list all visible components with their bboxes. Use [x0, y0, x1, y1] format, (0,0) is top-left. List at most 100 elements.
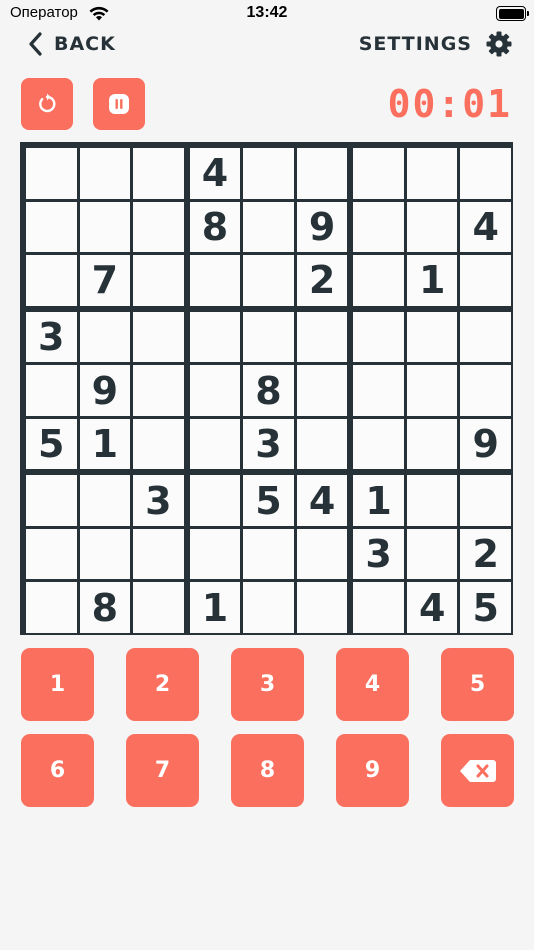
board-cell[interactable] [406, 311, 458, 363]
board-cell[interactable]: 5 [460, 582, 512, 634]
keypad-key[interactable]: 1 [21, 648, 94, 721]
board-cell[interactable]: 2 [460, 528, 512, 580]
board-cell[interactable]: 4 [189, 148, 241, 199]
restart-button[interactable] [21, 78, 73, 130]
keypad-key[interactable]: 7 [126, 734, 199, 807]
board-cell[interactable]: 8 [243, 365, 294, 416]
keypad-key[interactable]: 3 [231, 648, 304, 721]
board-cell[interactable] [26, 528, 77, 580]
back-label: BACK [54, 33, 116, 55]
board-cell[interactable] [353, 582, 404, 634]
board-cell[interactable]: 4 [406, 582, 458, 634]
keypad-key[interactable]: 9 [336, 734, 409, 807]
board-cell[interactable] [189, 365, 241, 416]
board-cell[interactable] [133, 311, 184, 363]
pause-button[interactable] [93, 78, 145, 130]
board-cell[interactable] [133, 365, 184, 416]
board-cell[interactable] [243, 311, 294, 363]
board-cell[interactable] [26, 148, 77, 199]
board-cell[interactable] [79, 528, 131, 580]
board-cell[interactable] [296, 528, 348, 580]
board-cell[interactable]: 1 [79, 418, 131, 470]
board-cell[interactable] [26, 365, 77, 416]
keypad-key[interactable]: 6 [21, 734, 94, 807]
board-cell[interactable]: 4 [460, 201, 512, 253]
gear-icon [486, 31, 512, 57]
board-cell[interactable] [79, 148, 131, 199]
board-cell[interactable]: 1 [353, 475, 404, 526]
board-cell[interactable] [26, 201, 77, 253]
board-cell[interactable] [406, 365, 458, 416]
board-cell[interactable] [133, 201, 184, 253]
board-cell[interactable] [296, 582, 348, 634]
board-cell[interactable] [406, 418, 458, 470]
board-cell[interactable] [133, 528, 184, 580]
board-cell[interactable] [189, 418, 241, 470]
board-cell[interactable] [189, 311, 241, 363]
board-cell[interactable] [296, 365, 348, 416]
keypad-key[interactable]: 4 [336, 648, 409, 721]
board-cell[interactable]: 9 [79, 365, 131, 416]
board-cell[interactable]: 4 [296, 475, 348, 526]
board-cell[interactable]: 1 [406, 255, 458, 306]
board-cell[interactable]: 5 [243, 475, 294, 526]
board-cell[interactable] [460, 255, 512, 306]
board-cell[interactable]: 8 [189, 201, 241, 253]
board-cell[interactable] [406, 148, 458, 199]
board-cell[interactable] [296, 311, 348, 363]
board-cell[interactable]: 3 [26, 311, 77, 363]
board-cell[interactable] [133, 418, 184, 470]
board-cell[interactable] [79, 201, 131, 253]
board-cell[interactable]: 9 [296, 201, 348, 253]
board-cell[interactable] [189, 475, 241, 526]
board-cell[interactable] [79, 311, 131, 363]
board-cell[interactable] [353, 311, 404, 363]
board-cell[interactable] [26, 582, 77, 634]
settings-label: SETTINGS [358, 33, 472, 55]
board-cell[interactable] [406, 475, 458, 526]
board-cell[interactable] [26, 255, 77, 306]
board-cell[interactable] [406, 201, 458, 253]
board-cell[interactable]: 7 [79, 255, 131, 306]
settings-button[interactable]: SETTINGS [359, 30, 512, 58]
keypad-key[interactable]: 8 [231, 734, 304, 807]
status-bar: Оператор 13:42 [0, 0, 534, 28]
board-cell[interactable] [460, 311, 512, 363]
board-cell[interactable] [353, 148, 404, 199]
board-cell[interactable] [460, 365, 512, 416]
board-cell[interactable] [26, 475, 77, 526]
board-cell[interactable] [243, 255, 294, 306]
board-cell[interactable] [406, 528, 458, 580]
board-cell[interactable]: 2 [296, 255, 348, 306]
board-cell[interactable] [189, 528, 241, 580]
back-button[interactable]: BACK [28, 30, 116, 58]
board-cell[interactable] [296, 418, 348, 470]
board-cell[interactable] [296, 148, 348, 199]
board-cell[interactable] [243, 148, 294, 199]
board-cell[interactable]: 9 [460, 418, 512, 470]
board-cell[interactable] [133, 255, 184, 306]
board-cell[interactable]: 3 [353, 528, 404, 580]
board-cell[interactable] [460, 148, 512, 199]
board-cell[interactable] [189, 255, 241, 306]
board-cell[interactable]: 1 [189, 582, 241, 634]
backspace-icon [459, 759, 496, 782]
board-cell[interactable] [133, 582, 184, 634]
board-cell[interactable] [353, 418, 404, 470]
board-cell[interactable]: 3 [243, 418, 294, 470]
board-cell[interactable] [133, 148, 184, 199]
board-cell[interactable] [353, 201, 404, 253]
board-cell[interactable] [353, 255, 404, 306]
board-cell[interactable] [353, 365, 404, 416]
board-cell[interactable]: 5 [26, 418, 77, 470]
board-cell[interactable] [79, 475, 131, 526]
board-cell[interactable]: 8 [79, 582, 131, 634]
keypad-key[interactable]: 5 [441, 648, 514, 721]
erase-button[interactable] [441, 734, 514, 807]
board-cell[interactable]: 3 [133, 475, 184, 526]
board-cell[interactable] [243, 582, 294, 634]
keypad-key[interactable]: 2 [126, 648, 199, 721]
board-cell[interactable] [460, 475, 512, 526]
board-cell[interactable] [243, 528, 294, 580]
board-cell[interactable] [243, 201, 294, 253]
